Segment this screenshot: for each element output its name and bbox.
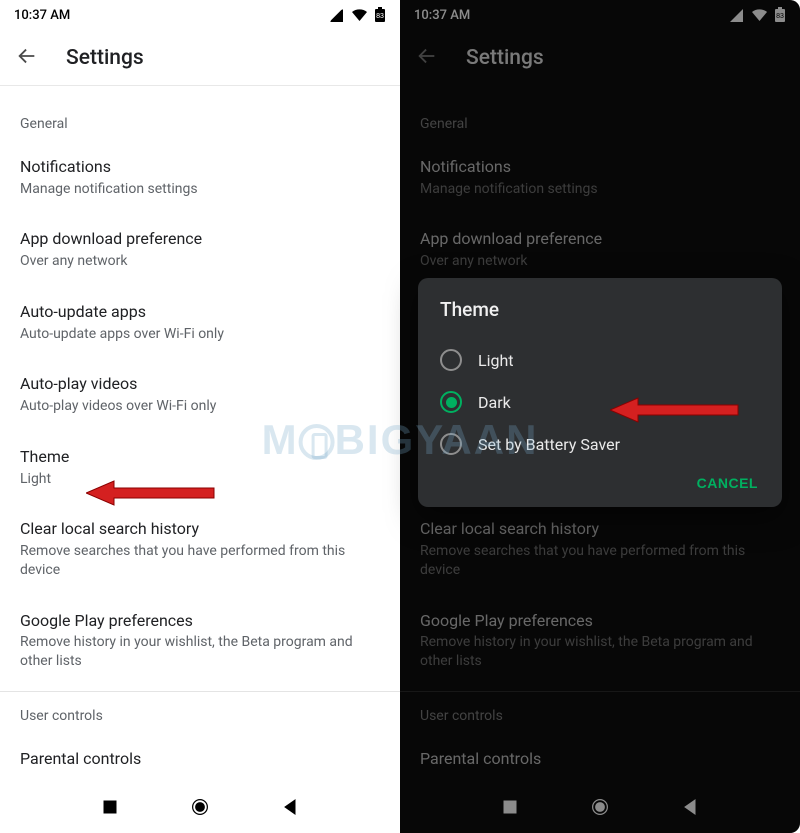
- svg-text:83: 83: [376, 13, 384, 20]
- radio-icon: [440, 433, 462, 455]
- signal-icon: [330, 9, 345, 22]
- theme-dialog: Theme Light Dark Set by Battery Saver CA…: [418, 278, 782, 507]
- row-notifications[interactable]: Notifications Manage notification settin…: [0, 142, 400, 214]
- row-subtitle: Auto-update apps over Wi-Fi only: [20, 325, 380, 344]
- row-download-pref[interactable]: App download preference Over any network: [0, 214, 400, 286]
- row-auto-play[interactable]: Auto-play videos Auto-play videos over W…: [0, 359, 400, 431]
- theme-option-light[interactable]: Light: [440, 339, 764, 381]
- row-subtitle: Light: [20, 470, 380, 489]
- row-title: Notifications: [20, 156, 380, 178]
- row-title: Clear local search history: [20, 518, 380, 540]
- row-clear-history[interactable]: Clear local search history Remove search…: [0, 504, 400, 595]
- phone-light: 10:37 AM 83 Settings General: [0, 0, 400, 833]
- row-auto-update[interactable]: Auto-update apps Auto-update apps over W…: [0, 287, 400, 359]
- row-title: Theme: [20, 446, 380, 468]
- nav-back-icon[interactable]: [281, 798, 299, 820]
- row-title: Auto-play videos: [20, 373, 380, 395]
- theme-option-battery[interactable]: Set by Battery Saver: [440, 423, 764, 465]
- row-subtitle: Remove searches that you have performed …: [20, 542, 380, 580]
- status-icons: 83: [330, 7, 386, 23]
- option-label: Set by Battery Saver: [478, 435, 620, 454]
- status-bar: 10:37 AM 83: [0, 0, 400, 30]
- theme-option-dark[interactable]: Dark: [440, 381, 764, 423]
- status-time: 10:37 AM: [14, 8, 70, 23]
- wifi-icon: [351, 9, 368, 22]
- android-nav-bar: [0, 785, 400, 833]
- row-parental[interactable]: Parental controls: [0, 734, 400, 776]
- page-title: Settings: [66, 46, 144, 70]
- app-bar: Settings: [0, 30, 400, 86]
- option-label: Light: [478, 351, 514, 370]
- row-title: App download preference: [20, 228, 380, 250]
- row-play-prefs[interactable]: Google Play preferences Remove history i…: [0, 596, 400, 687]
- section-user-controls: User controls: [0, 692, 400, 734]
- nav-recents-icon[interactable]: [101, 798, 119, 820]
- row-subtitle: Auto-play videos over Wi-Fi only: [20, 397, 380, 416]
- dialog-title: Theme: [440, 298, 764, 321]
- radio-selected-icon: [440, 391, 462, 413]
- row-theme[interactable]: Theme Light: [0, 432, 400, 504]
- battery-icon: 83: [374, 7, 386, 23]
- nav-home-icon[interactable]: [191, 798, 209, 820]
- radio-icon: [440, 349, 462, 371]
- row-title: Google Play preferences: [20, 610, 380, 632]
- phone-dark: 10:37 AM 83 Settings General Notificatio…: [400, 0, 800, 833]
- option-label: Dark: [478, 393, 511, 412]
- section-general: General: [0, 92, 400, 142]
- row-title: Parental controls: [20, 748, 380, 770]
- cancel-button[interactable]: CANCEL: [697, 475, 758, 491]
- row-subtitle: Manage notification settings: [20, 180, 380, 199]
- row-title: Auto-update apps: [20, 301, 380, 323]
- settings-content: General Notifications Manage notificatio…: [0, 86, 400, 785]
- row-subtitle: Remove history in your wishlist, the Bet…: [20, 633, 380, 671]
- row-subtitle: Over any network: [20, 252, 380, 271]
- back-icon[interactable]: [16, 45, 38, 71]
